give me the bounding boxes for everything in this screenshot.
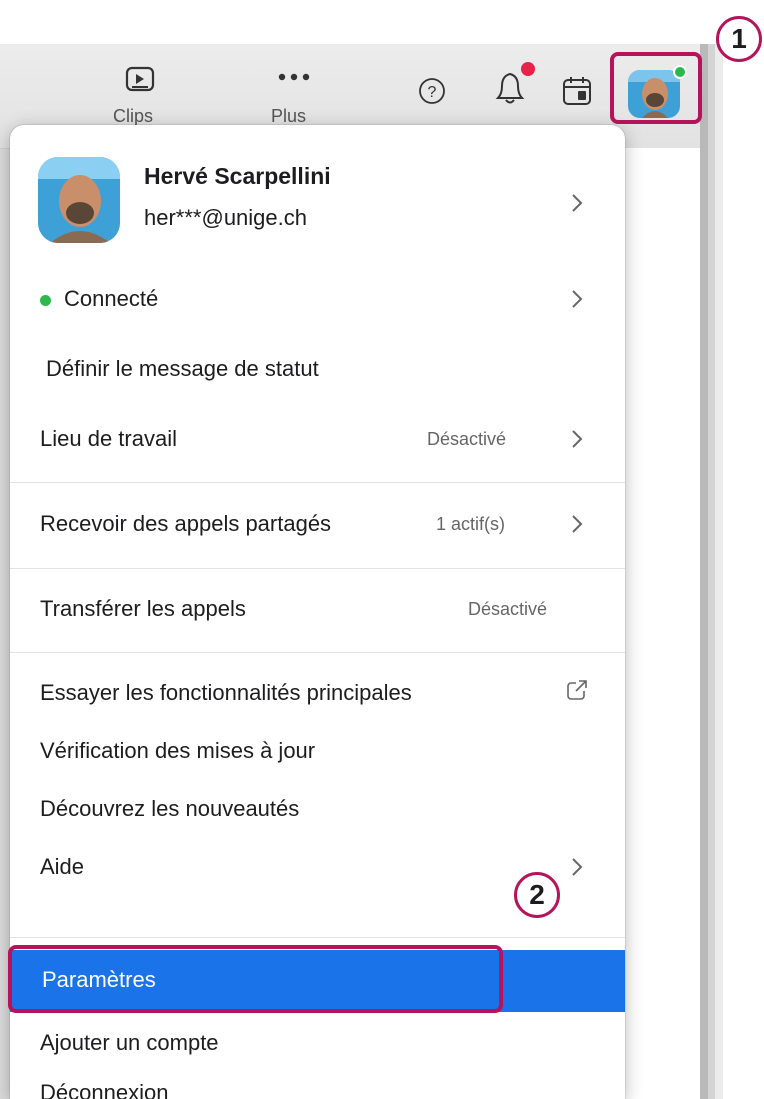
add-account-label: Ajouter un compte [40,1030,219,1055]
set-status-label: Définir le message de statut [46,356,319,381]
window-edge [708,44,715,1099]
avatar-highlight-frame [610,52,702,124]
separator [10,652,625,653]
forward-calls-value: Désactivé [468,599,548,619]
set-status-message[interactable]: Définir le message de statut [10,341,625,399]
sign-out-row[interactable]: Déconnexion [10,1065,625,1099]
try-features-label: Essayer les fonctionnalités principales [40,680,412,705]
profile-header[interactable]: Hervé Scarpellini her***@unige.ch [10,125,625,265]
whats-new-row[interactable]: Découvrez les nouveautés [10,781,625,839]
content-area [622,148,700,1099]
help-label: Aide [40,854,85,879]
whats-new-label: Découvrez les nouveautés [40,796,300,821]
shared-calls-label: Recevoir des appels partagés [40,511,332,536]
separator [10,482,625,483]
callout-1: 1 [716,16,762,62]
callout-2: 2 [514,872,560,918]
shared-calls-row[interactable]: Recevoir des appels partagés 1 actif(s) [10,496,625,554]
external-link-icon [567,679,588,700]
sign-out-label: Déconnexion [40,1080,169,1099]
window-edge [715,44,723,1099]
status-row[interactable]: Connecté [10,271,625,329]
forward-calls-label: Transférer les appels [40,596,246,621]
window-edge [700,44,708,1099]
chevron-right-icon [572,430,583,448]
help-icon[interactable]: ? [417,76,447,106]
avatar [38,157,120,243]
more-label[interactable]: Plus [271,106,306,127]
chevron-right-icon [572,858,583,876]
clips-icon[interactable] [124,66,156,96]
bell-icon[interactable] [488,60,538,108]
shared-calls-value: 1 actif(s) [436,514,506,534]
chevron-right-icon [572,515,583,533]
try-features-row[interactable]: Essayer les fonctionnalités principales [10,665,625,723]
check-updates-label: Vérification des mises à jour [40,738,316,763]
calendar-icon[interactable] [561,76,593,106]
settings-highlight-frame [8,945,503,1013]
forward-calls-row[interactable]: Transférer les appels Désactivé [10,581,625,639]
chevron-right-icon [572,194,583,212]
workplace-row[interactable]: Lieu de travail Désactivé [10,411,625,469]
separator [10,937,625,938]
status-indicator [40,295,51,306]
clips-label[interactable]: Clips [113,106,153,127]
workplace-label: Lieu de travail [40,426,177,451]
more-icon[interactable] [276,70,312,82]
separator [10,568,625,569]
chevron-right-icon [572,290,583,308]
check-updates-row[interactable]: Vérification des mises à jour [10,723,625,781]
profile-email: her***@unige.ch [144,205,307,230]
status-label: Connecté [64,286,159,311]
svg-text:?: ? [428,84,437,101]
profile-name: Hervé Scarpellini [144,163,331,189]
workplace-value: Désactivé [427,429,507,449]
